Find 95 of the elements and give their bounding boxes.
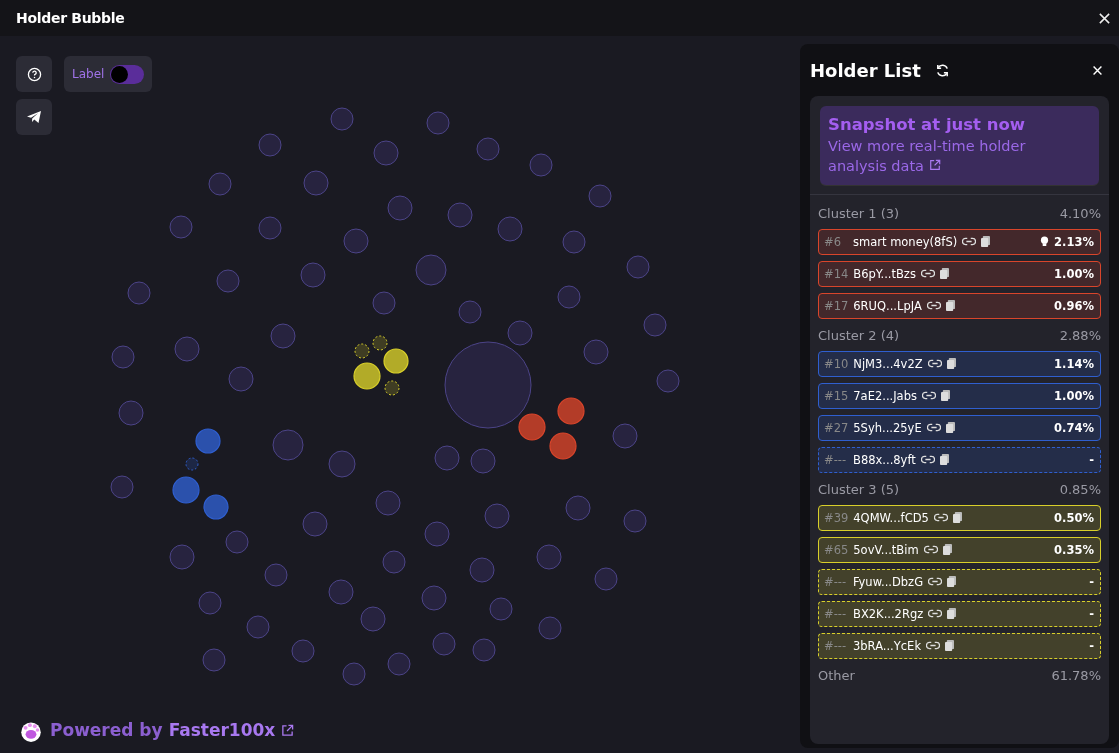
label-switch[interactable] [110, 64, 145, 84]
copy-icon[interactable] [939, 268, 949, 280]
holder-rank: #--- [824, 606, 848, 621]
holder-share: 1.14% [1054, 356, 1094, 371]
holder-row[interactable]: #--- BX2K...2Rgz - [818, 600, 1101, 627]
holder-address: BX2K...2Rgz [853, 606, 924, 621]
close-icon[interactable] [1098, 11, 1111, 25]
holder-share: 0.96% [1054, 298, 1094, 313]
label-toggle-text: Label [72, 67, 105, 81]
holder-row[interactable]: #--- Fyuw...DbzG - [818, 568, 1101, 595]
help-button[interactable] [16, 56, 52, 92]
holder-rank: #--- [824, 638, 848, 653]
panel-title: Holder List [810, 59, 921, 81]
holder-address: Fyuw...DbzG [853, 574, 924, 589]
holder-share: 1.00% [1054, 388, 1094, 403]
holder-share: 1.00% [1054, 266, 1094, 281]
link-icon[interactable] [926, 641, 941, 651]
brand-link[interactable]: Faster100x [168, 720, 276, 740]
cluster-name: Cluster 1 (3) [818, 205, 900, 221]
holder-rank: #14 [824, 266, 849, 281]
other-name: Other [818, 667, 855, 683]
cluster-share: 0.85% [1059, 481, 1101, 497]
link-icon[interactable] [920, 269, 935, 279]
link-icon[interactable] [928, 609, 943, 619]
copy-icon[interactable] [981, 236, 991, 248]
cluster-name: Cluster 2 (4) [818, 327, 900, 343]
copy-icon[interactable] [940, 390, 950, 402]
refresh-icon[interactable] [934, 62, 950, 78]
external-link-icon[interactable] [281, 723, 295, 737]
copy-icon[interactable] [942, 544, 952, 556]
copy-icon[interactable] [947, 608, 957, 620]
holder-address: 6RUQ...LpJA [853, 298, 922, 313]
holder-share: - [1089, 574, 1094, 589]
holder-row[interactable]: #27 5Syh...25yE 0.74% [818, 414, 1101, 441]
holder-address: 5ovV...tBim [853, 542, 919, 557]
holder-share: - [1089, 452, 1094, 467]
link-icon[interactable] [927, 359, 942, 369]
paper-plane-icon [26, 109, 42, 125]
copy-icon[interactable] [939, 454, 949, 466]
external-link-icon [928, 159, 941, 172]
holder-row[interactable]: #15 7aE2...Jabs 1.00% [818, 382, 1101, 409]
holder-row[interactable]: #10 NjM3...4v2Z 1.14% [818, 350, 1101, 377]
holder-row[interactable]: #6 smart money(8fS) 2.13% [818, 228, 1101, 255]
holder-row[interactable]: #--- 3bRA...YcEk - [818, 632, 1101, 659]
holder-rank: #39 [824, 510, 849, 525]
link-icon[interactable] [962, 237, 977, 247]
holder-row[interactable]: #39 4QMW...fCD5 0.50% [818, 504, 1101, 531]
holder-row[interactable]: #17 6RUQ...LpJA 0.96% [818, 292, 1101, 319]
telegram-button[interactable] [16, 99, 52, 135]
holder-share: 0.35% [1054, 542, 1094, 557]
holder-row[interactable]: #65 5ovV...tBim 0.35% [818, 536, 1101, 563]
holder-rank: #6 [824, 234, 842, 249]
link-icon[interactable] [921, 391, 936, 401]
snapshot-title: Snapshot at just now [828, 115, 1027, 134]
link-icon[interactable] [926, 423, 941, 433]
window-title: Holder Bubble [16, 10, 126, 26]
help-icon [26, 66, 42, 82]
copy-icon[interactable] [945, 300, 955, 312]
holder-address: B88x...8yft [853, 452, 916, 467]
cluster-share: 4.10% [1059, 205, 1101, 221]
cluster-name: Cluster 3 (5) [818, 481, 900, 497]
other-share: 61.78% [1051, 667, 1101, 683]
powered-by-text: Powered by [50, 720, 163, 740]
link-icon[interactable] [928, 577, 943, 587]
copy-icon[interactable] [947, 576, 957, 588]
copy-icon[interactable] [945, 422, 955, 434]
holder-share: - [1089, 606, 1094, 621]
copy-icon[interactable] [952, 512, 962, 524]
holder-address: 4QMW...fCD5 [853, 510, 929, 525]
link-icon[interactable] [926, 301, 941, 311]
holder-address: 5Syh...25yE [853, 420, 922, 435]
holder-share: - [1089, 638, 1094, 653]
holder-share: 2.13% [1054, 234, 1094, 249]
link-icon[interactable] [923, 545, 938, 555]
cluster-share: 2.88% [1059, 327, 1101, 343]
holder-address: 7aE2...Jabs [853, 388, 917, 403]
holder-rank: #17 [824, 298, 849, 313]
holder-rank: #--- [824, 452, 848, 467]
holder-rank: #15 [824, 388, 849, 403]
holder-row[interactable]: #--- B88x...8yft - [818, 446, 1101, 473]
copy-icon[interactable] [945, 640, 955, 652]
holder-rank: #27 [824, 420, 849, 435]
holder-address: B6pY...tBzs [853, 266, 916, 281]
holder-rank: #--- [824, 574, 848, 589]
holder-rank: #65 [824, 542, 849, 557]
holder-share: 0.74% [1054, 420, 1094, 435]
holder-rank: #10 [824, 356, 849, 371]
holder-address: NjM3...4v2Z [853, 356, 923, 371]
holder-address: 3bRA...YcEk [853, 638, 922, 653]
holder-share: 0.50% [1054, 510, 1094, 525]
link-icon[interactable] [920, 455, 935, 465]
holder-row[interactable]: #14 B6pY...tBzs 1.00% [818, 260, 1101, 287]
copy-icon[interactable] [946, 358, 956, 370]
link-icon[interactable] [933, 513, 948, 523]
holder-address: smart money(8fS) [853, 234, 958, 249]
